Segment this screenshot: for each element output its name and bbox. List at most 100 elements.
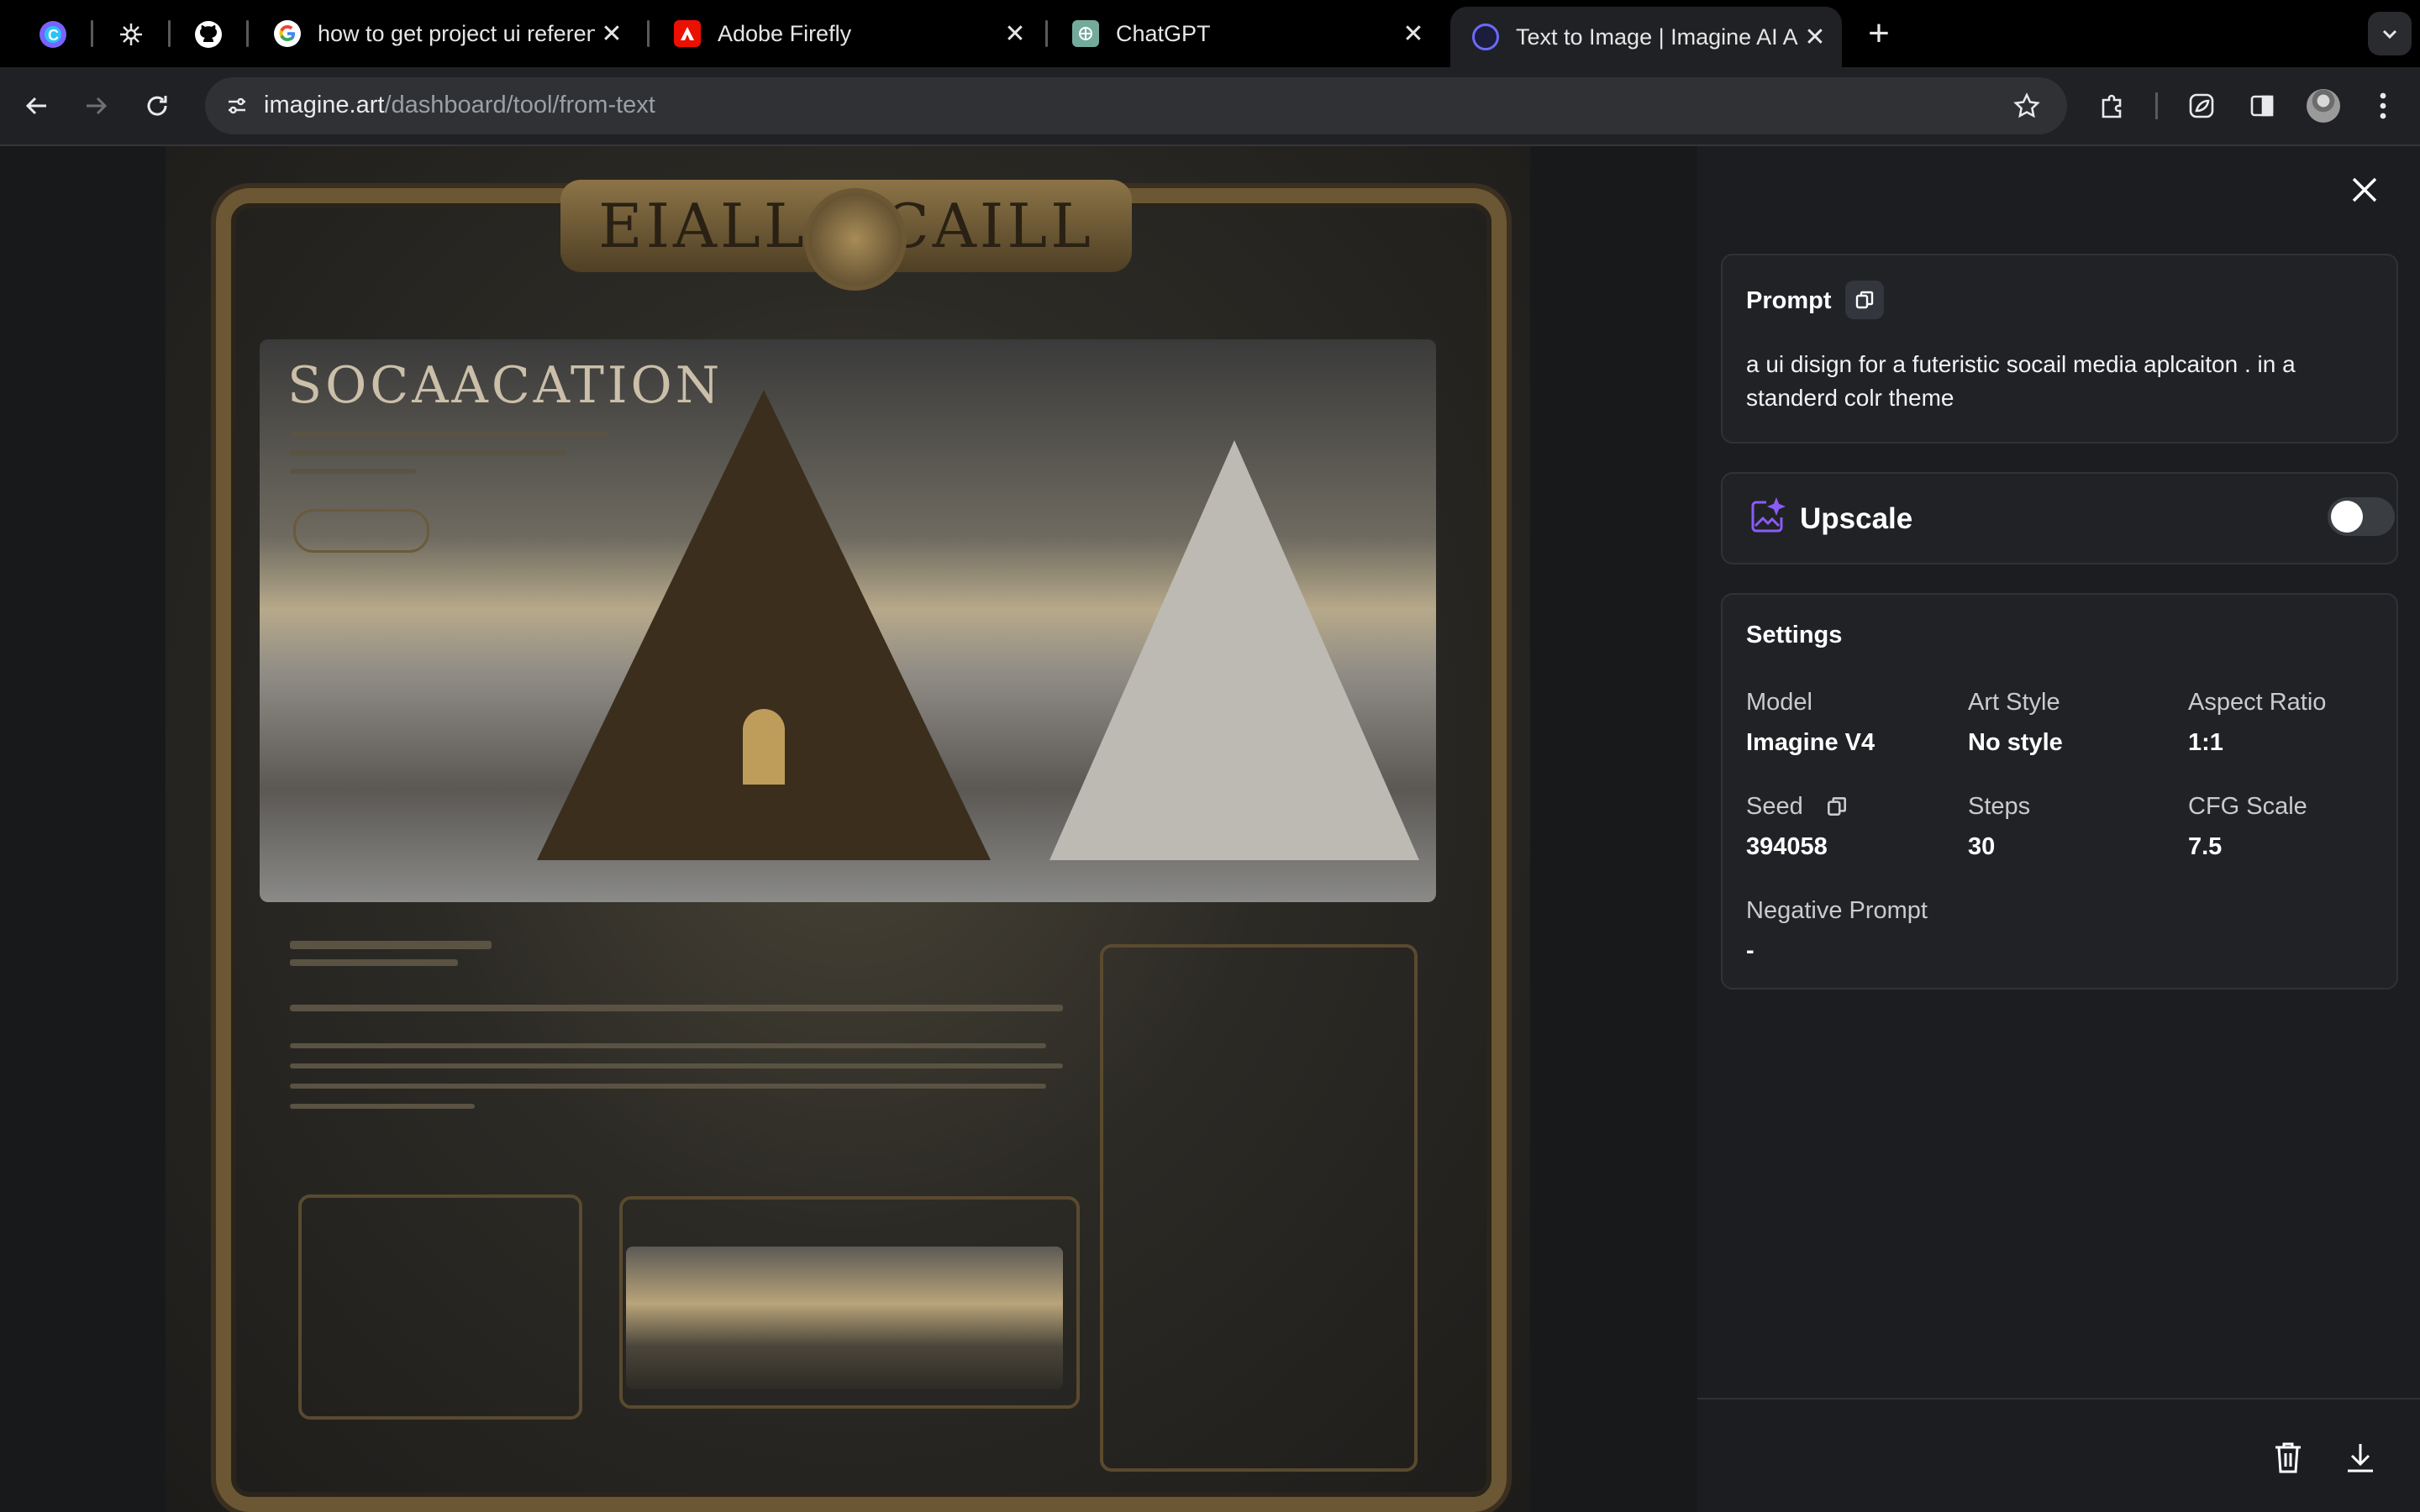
- generated-image[interactable]: EIALL CAILL SOCAACATION: [166, 146, 1530, 1512]
- github-icon: [195, 21, 222, 48]
- art-style-label: Art Style: [1968, 689, 2060, 716]
- steps-label: Steps: [1968, 793, 2031, 820]
- chevron-down-icon: [2382, 29, 2397, 39]
- extension-leaf-icon[interactable]: [2181, 86, 2222, 126]
- tab-adobe-firefly[interactable]: Adobe Firefly ✕: [652, 7, 1042, 60]
- url-text: imagine.art/dashboard/tool/from-text: [264, 92, 655, 119]
- tab-separator: [168, 20, 171, 47]
- hero-landscape: [260, 339, 1436, 902]
- image-pill-button: [293, 509, 429, 553]
- browser-toolbar: imagine.art/dashboard/tool/from-text: [0, 67, 2420, 146]
- pinned-tab-github[interactable]: [189, 15, 228, 54]
- arrow-left-icon: [25, 97, 46, 115]
- art-style-value: No style: [1968, 729, 2063, 756]
- arrow-right-icon: [87, 97, 108, 115]
- copy-seed-icon[interactable]: [1825, 795, 1850, 820]
- tab-strip: C how to get project ui referenc ✕ Adobe…: [0, 0, 2420, 67]
- tab-separator: [246, 20, 249, 47]
- image-heading: SOCAACATION: [287, 356, 723, 415]
- side-panel-icon[interactable]: [2242, 86, 2282, 126]
- forward-button[interactable]: [76, 86, 116, 126]
- svg-text:C: C: [48, 27, 59, 44]
- settings-title: Settings: [1746, 622, 1843, 648]
- tab-imagine-active[interactable]: Text to Image | Imagine AI Art ✕: [1450, 7, 1842, 67]
- download-button[interactable]: [2339, 1436, 2381, 1478]
- castle-gate-light: [743, 709, 785, 785]
- tab-separator: [91, 20, 93, 47]
- extensions-puzzle-icon[interactable]: [2092, 86, 2133, 126]
- new-tab-button[interactable]: +: [1859, 13, 1899, 54]
- prompt-card: Prompt a ui disign for a futeristic soca…: [1721, 254, 2398, 444]
- upscale-label: Upscale: [1800, 502, 1913, 535]
- trash-icon: [2275, 1442, 2301, 1473]
- negative-prompt-label: Negative Prompt: [1746, 897, 1928, 924]
- prompt-text: a ui disign for a futeristic socail medi…: [1746, 351, 2296, 411]
- close-tab-icon[interactable]: ✕: [1397, 19, 1430, 49]
- google-icon: [274, 20, 301, 47]
- close-panel-button[interactable]: [2346, 171, 2383, 208]
- settings-card: Settings Model Imagine V4 Art Style No s…: [1721, 593, 2398, 990]
- url-host: imagine.art: [264, 92, 385, 118]
- pinned-tab-extension[interactable]: [112, 15, 150, 54]
- upscale-sparkle-icon: [1748, 496, 1786, 536]
- scribble-line: [290, 1063, 1063, 1068]
- reload-button[interactable]: [137, 86, 177, 126]
- toggle-knob: [2331, 501, 2363, 533]
- aspect-ratio-label: Aspect Ratio: [2188, 689, 2327, 716]
- aspect-ratio-value: 1:1: [2188, 729, 2223, 756]
- url-path: /dashboard/tool/from-text: [384, 92, 655, 118]
- upscale-card: Upscale: [1721, 472, 2398, 564]
- tab-search-button[interactable]: [2368, 12, 2412, 55]
- toolbar-separator: [2155, 92, 2158, 119]
- copy-prompt-button[interactable]: [1845, 281, 1884, 319]
- model-label: Model: [1746, 689, 1812, 716]
- bookmark-star-icon[interactable]: [2008, 87, 2045, 124]
- banner-text-left: EIALL: [598, 191, 808, 261]
- tab-title: how to get project ui referenc: [318, 20, 595, 46]
- banner-medallion: [804, 188, 907, 291]
- close-icon: [2352, 177, 2377, 202]
- back-button[interactable]: [17, 86, 57, 126]
- banner-text-right: CAILL: [882, 191, 1094, 261]
- tab-title: Text to Image | Imagine AI Art: [1516, 24, 1798, 50]
- scribble-line: [290, 469, 416, 474]
- seed-value: 394058: [1746, 833, 1828, 860]
- delete-button[interactable]: [2267, 1436, 2309, 1478]
- c-app-icon: C: [39, 21, 66, 48]
- model-value: Imagine V4: [1746, 729, 1876, 756]
- copy-icon: [1855, 291, 1874, 309]
- pinned-tab-c-app[interactable]: C: [34, 15, 72, 54]
- close-tab-icon[interactable]: ✕: [998, 19, 1032, 49]
- seed-label: Seed: [1746, 793, 1803, 820]
- upscale-toggle[interactable]: [2328, 497, 2395, 536]
- scribble-line: [290, 1084, 1046, 1089]
- download-icon: [2348, 1444, 2373, 1473]
- image-sidebar-box: [1100, 944, 1418, 1472]
- tab-separator: [1045, 20, 1048, 47]
- mini-landscape: [626, 1247, 1063, 1389]
- scribble-line: [290, 432, 609, 437]
- imagine-icon: [1472, 24, 1499, 50]
- adobe-icon: [674, 20, 701, 47]
- tab-google-search[interactable]: how to get project ui referenc ✕: [252, 7, 639, 60]
- image-card-box: [298, 1194, 582, 1420]
- tab-title: Adobe Firefly: [718, 20, 852, 46]
- reload-icon: [147, 96, 167, 116]
- negative-prompt-value: -: [1746, 937, 1754, 964]
- profile-avatar[interactable]: [2307, 89, 2340, 123]
- scribble-line: [290, 1104, 475, 1109]
- site-info-icon[interactable]: [218, 87, 255, 124]
- close-tab-icon[interactable]: ✕: [1798, 23, 1832, 52]
- address-bar[interactable]: imagine.art/dashboard/tool/from-text: [205, 77, 2067, 134]
- scribble-line: [290, 1005, 1063, 1011]
- kebab-menu-icon[interactable]: [2363, 86, 2403, 126]
- image-preview-area: EIALL CAILL SOCAACATION: [0, 146, 1697, 1512]
- tab-separator: [647, 20, 650, 47]
- cfg-scale-label: CFG Scale: [2188, 793, 2307, 820]
- tab-chatgpt[interactable]: ChatGPT ✕: [1050, 7, 1440, 60]
- panel-footer-divider: [1697, 1398, 2420, 1399]
- close-tab-icon[interactable]: ✕: [595, 19, 629, 49]
- scribble-line: [290, 450, 567, 455]
- details-panel: Prompt a ui disign for a futeristic soca…: [1697, 146, 2420, 1512]
- chatgpt-icon: [1072, 20, 1099, 47]
